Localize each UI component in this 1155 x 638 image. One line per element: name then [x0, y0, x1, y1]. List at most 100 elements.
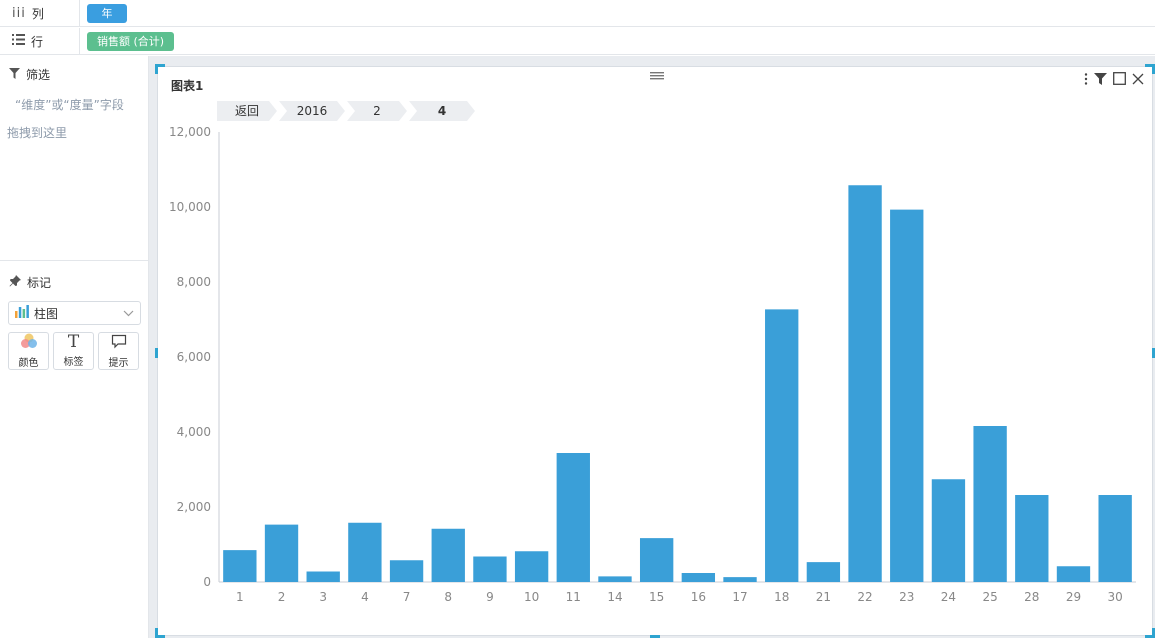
- resize-handle-left[interactable]: [155, 348, 158, 358]
- bar-day-24: [931, 479, 966, 582]
- pin-icon: [9, 275, 21, 290]
- chart-type-value: 柱图: [34, 306, 59, 321]
- y-tick-label: 12,000: [169, 125, 211, 139]
- y-tick-label: 2,000: [177, 500, 211, 514]
- x-tick-label: 8: [444, 590, 452, 604]
- x-tick-label: 21: [816, 590, 831, 604]
- x-tick-label: 24: [941, 590, 956, 604]
- maximize-icon[interactable]: [1113, 72, 1126, 88]
- bar-day-28: [1015, 495, 1049, 582]
- bar-day-17: [723, 577, 757, 582]
- breadcrumb-day: 4: [409, 101, 475, 121]
- x-tick-label: 30: [1108, 590, 1123, 604]
- y-tick-label: 10,000: [169, 200, 211, 214]
- columns-icon: iii: [12, 5, 26, 21]
- left-panel: 筛选 “维度”或“度量”字段 拖拽到这里 标记 柱图 颜色 T 标签 提示: [0, 56, 149, 638]
- x-tick-label: 2: [278, 590, 286, 604]
- bar-day-16: [681, 573, 716, 582]
- year-field-pill[interactable]: 年: [87, 3, 127, 23]
- dashboard-canvas: 图表1 返回 2016 2 4 0 2,000 4,000 6,000 8,000 10,…: [149, 56, 1155, 638]
- filter-icon[interactable]: [1094, 72, 1107, 88]
- x-tick-label: 15: [649, 590, 664, 604]
- x-tick-label: 25: [982, 590, 997, 604]
- bar-day-3: [306, 571, 340, 582]
- marks-section: 标记 柱图 颜色 T 标签 提示: [0, 264, 148, 370]
- x-tick-label: 29: [1066, 590, 1081, 604]
- x-tick-label: 28: [1024, 590, 1039, 604]
- rows-shelf[interactable]: 行 销售额 (合计): [0, 28, 1155, 55]
- close-icon[interactable]: [1132, 73, 1144, 88]
- columns-shelf-label: iii 列: [0, 0, 80, 26]
- palette-icon: [20, 333, 38, 352]
- x-tick-label: 23: [899, 590, 914, 604]
- filter-icon: [9, 67, 20, 82]
- x-tick-label: 16: [691, 590, 706, 604]
- x-tick-label: 9: [486, 590, 494, 604]
- sales-bar-chart: 02,0004,0006,0008,00010,00012,0001 2 3 4 7 8 9…: [169, 125, 1136, 604]
- x-tick-label: 1: [236, 590, 244, 604]
- x-tick-label: 22: [857, 590, 872, 604]
- marks-header: 标记: [0, 264, 148, 291]
- color-button[interactable]: 颜色: [8, 332, 49, 370]
- rows-shelf-label: 行: [0, 28, 80, 54]
- panel-divider: [0, 260, 148, 261]
- bar-day-8: [431, 528, 465, 582]
- chevron-down-icon: [123, 306, 134, 320]
- chart-type-select[interactable]: 柱图: [8, 301, 141, 325]
- y-tick-label: 4,000: [177, 425, 211, 439]
- bar-day-1: [223, 550, 257, 582]
- chart-widget[interactable]: 图表1 返回 2016 2 4 0 2,000 4,000 6,000 8,000 10,…: [157, 66, 1153, 636]
- speech-bubble-icon: [111, 334, 127, 352]
- bar-chart-icon: [15, 305, 29, 321]
- x-tick-label: 4: [361, 590, 369, 604]
- x-tick-label: 7: [403, 590, 411, 604]
- filter-drop-zone[interactable]: “维度”或“度量”字段 拖拽到这里: [0, 83, 148, 147]
- bar-day-22: [848, 185, 882, 582]
- bar-day-9: [473, 556, 507, 582]
- bar-day-25: [973, 426, 1007, 582]
- bar-day-4: [348, 522, 382, 582]
- bar-day-10: [514, 551, 549, 582]
- tooltip-button[interactable]: 提示: [98, 332, 139, 370]
- chart-toolbar: [1084, 72, 1144, 88]
- breadcrumb-month[interactable]: 2: [347, 101, 407, 121]
- y-tick-label: 8,000: [177, 275, 211, 289]
- x-tick-label: 11: [566, 590, 581, 604]
- bar-day-21: [806, 562, 841, 582]
- bar-day-30: [1098, 495, 1132, 582]
- filter-hint-line1: “维度”或“度量”字段: [15, 98, 124, 112]
- more-vertical-icon[interactable]: [1084, 72, 1088, 88]
- x-tick-label: 17: [732, 590, 747, 604]
- bar-day-29: [1056, 566, 1091, 582]
- sales-field-pill[interactable]: 销售额 (合计): [87, 31, 175, 51]
- resize-handle-bottom-right[interactable]: [1145, 628, 1155, 638]
- label-button[interactable]: T 标签: [53, 332, 94, 370]
- x-tick-label: 10: [524, 590, 539, 604]
- bar-day-23: [890, 209, 924, 582]
- filter-hint-line2: 拖拽到这里: [7, 126, 68, 140]
- bar-day-2: [264, 524, 299, 582]
- y-tick-label: 6,000: [177, 350, 211, 364]
- breadcrumb-back[interactable]: 返回: [217, 101, 277, 121]
- drag-handle-icon[interactable]: [650, 69, 664, 80]
- x-tick-label: 18: [774, 590, 789, 604]
- bar-day-7: [389, 560, 424, 582]
- bar-day-18: [765, 309, 799, 582]
- bar-day-15: [639, 538, 674, 582]
- breadcrumb-year[interactable]: 2016: [279, 101, 345, 121]
- list-icon: [12, 34, 25, 48]
- filter-header: 筛选: [0, 56, 148, 83]
- y-tick-label: 0: [203, 575, 211, 589]
- breadcrumb: 返回 2016 2 4: [217, 101, 477, 121]
- text-t-icon: T: [67, 332, 80, 352]
- mark-buttons: 颜色 T 标签 提示: [8, 332, 141, 370]
- resize-handle-top-right[interactable]: [1145, 64, 1155, 74]
- resize-handle-bottom-left[interactable]: [155, 628, 165, 638]
- columns-shelf[interactable]: iii 列 年: [0, 0, 1155, 27]
- bar-day-11: [556, 453, 590, 582]
- x-tick-label: 14: [607, 590, 622, 604]
- x-tick-label: 3: [319, 590, 327, 604]
- resize-handle-top-left[interactable]: [155, 64, 165, 74]
- chart-title: 图表1: [171, 79, 204, 93]
- bar-day-14: [598, 576, 632, 582]
